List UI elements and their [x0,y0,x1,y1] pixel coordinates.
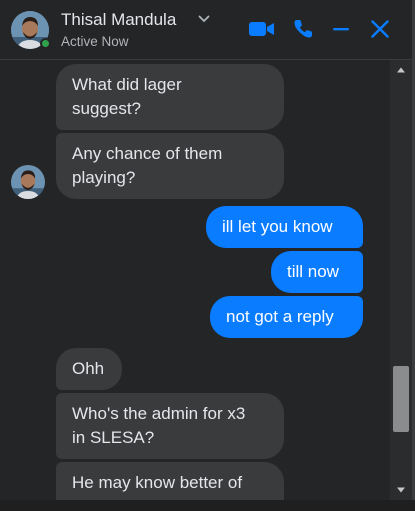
window-bottom-edge [0,500,415,511]
message-scrollbar[interactable] [390,60,412,500]
message-list[interactable]: What did lager suggest? Any chance of th… [0,60,390,500]
contact-message-avatar[interactable] [11,165,45,199]
triangle-down-icon [397,487,405,493]
minimize-button[interactable] [326,14,356,44]
message-bubble-incoming[interactable]: Any chance of them playing? [56,133,284,199]
scroll-up-button[interactable] [390,62,412,78]
message-bubble-incoming[interactable]: What did lager suggest? [56,64,284,130]
chat-window: Thisal Mandula Active Now What did lager… [0,0,415,511]
video-call-button[interactable] [247,14,277,44]
message-bubble-incoming[interactable]: Who's the admin for x3 in SLESA? [56,393,284,459]
close-button[interactable] [365,14,395,44]
scroll-down-button[interactable] [390,482,412,498]
avatar-image [11,165,45,199]
voice-call-button[interactable] [288,14,318,44]
voice-call-icon [294,20,312,38]
chat-header: Thisal Mandula Active Now [0,0,415,60]
contact-name[interactable]: Thisal Mandula [61,10,176,30]
message-bubble-outgoing[interactable]: ill let you know [206,206,363,248]
message-bubble-outgoing[interactable]: not got a reply [210,296,363,338]
minimize-icon [333,28,349,31]
triangle-up-icon [397,67,405,73]
online-status-dot [40,38,51,49]
video-call-icon [249,22,274,36]
scroll-thumb[interactable] [393,366,409,432]
message-bubble-incoming[interactable]: Ohh [56,348,122,390]
active-status: Active Now [61,34,129,49]
message-bubble-outgoing[interactable]: till now [271,251,363,293]
chevron-down-icon[interactable] [198,13,210,25]
close-icon [371,20,389,38]
message-bubble-incoming[interactable]: He may know better of [56,462,284,500]
